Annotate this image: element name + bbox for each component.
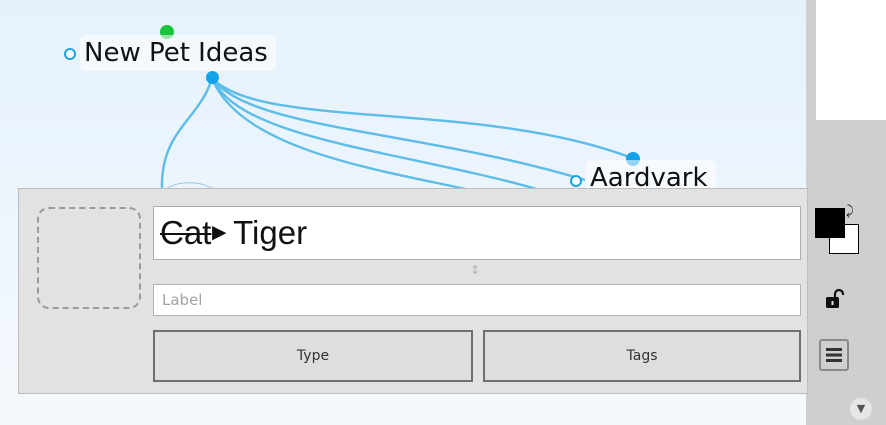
aardvark-node-ring[interactable] [570,175,582,187]
edge-root-to-child-4 [210,77,471,192]
root-node-collapse-ring[interactable] [64,48,76,60]
label-input[interactable] [153,284,801,316]
title-new-text: Tiger [233,214,308,251]
edge-root-to-child-5 [160,77,214,191]
root-node[interactable]: New Pet Ideas [80,35,276,71]
edge-root-to-child-2 [211,77,586,182]
node-editor-panel: Cat ► Tiger ↕ Type Tags ⤸ [18,188,859,394]
root-node-connector-dot[interactable] [206,71,219,84]
tags-button[interactable]: Tags [483,330,801,382]
title-field[interactable]: Cat ► Tiger [153,206,801,260]
title-arrow-icon: ► [207,219,232,246]
color-swatch-icon[interactable]: ⤸ [815,204,863,256]
side-panel-preview [816,0,886,120]
foreground-color-swatch[interactable] [815,208,845,238]
resize-handle-icon[interactable]: ↕ [470,263,480,277]
scroll-down-icon[interactable]: ▼ [850,398,872,420]
title-strikethrough-text: Cat [160,214,212,251]
unlock-icon[interactable] [824,288,846,314]
edge-root-to-aardvark [211,77,633,160]
menu-button[interactable] [819,339,849,371]
swap-arrow-icon[interactable]: ⤸ [846,204,854,219]
image-placeholder[interactable] [37,207,141,309]
hamburger-menu-icon [826,348,842,362]
type-button[interactable]: Type [153,330,473,382]
